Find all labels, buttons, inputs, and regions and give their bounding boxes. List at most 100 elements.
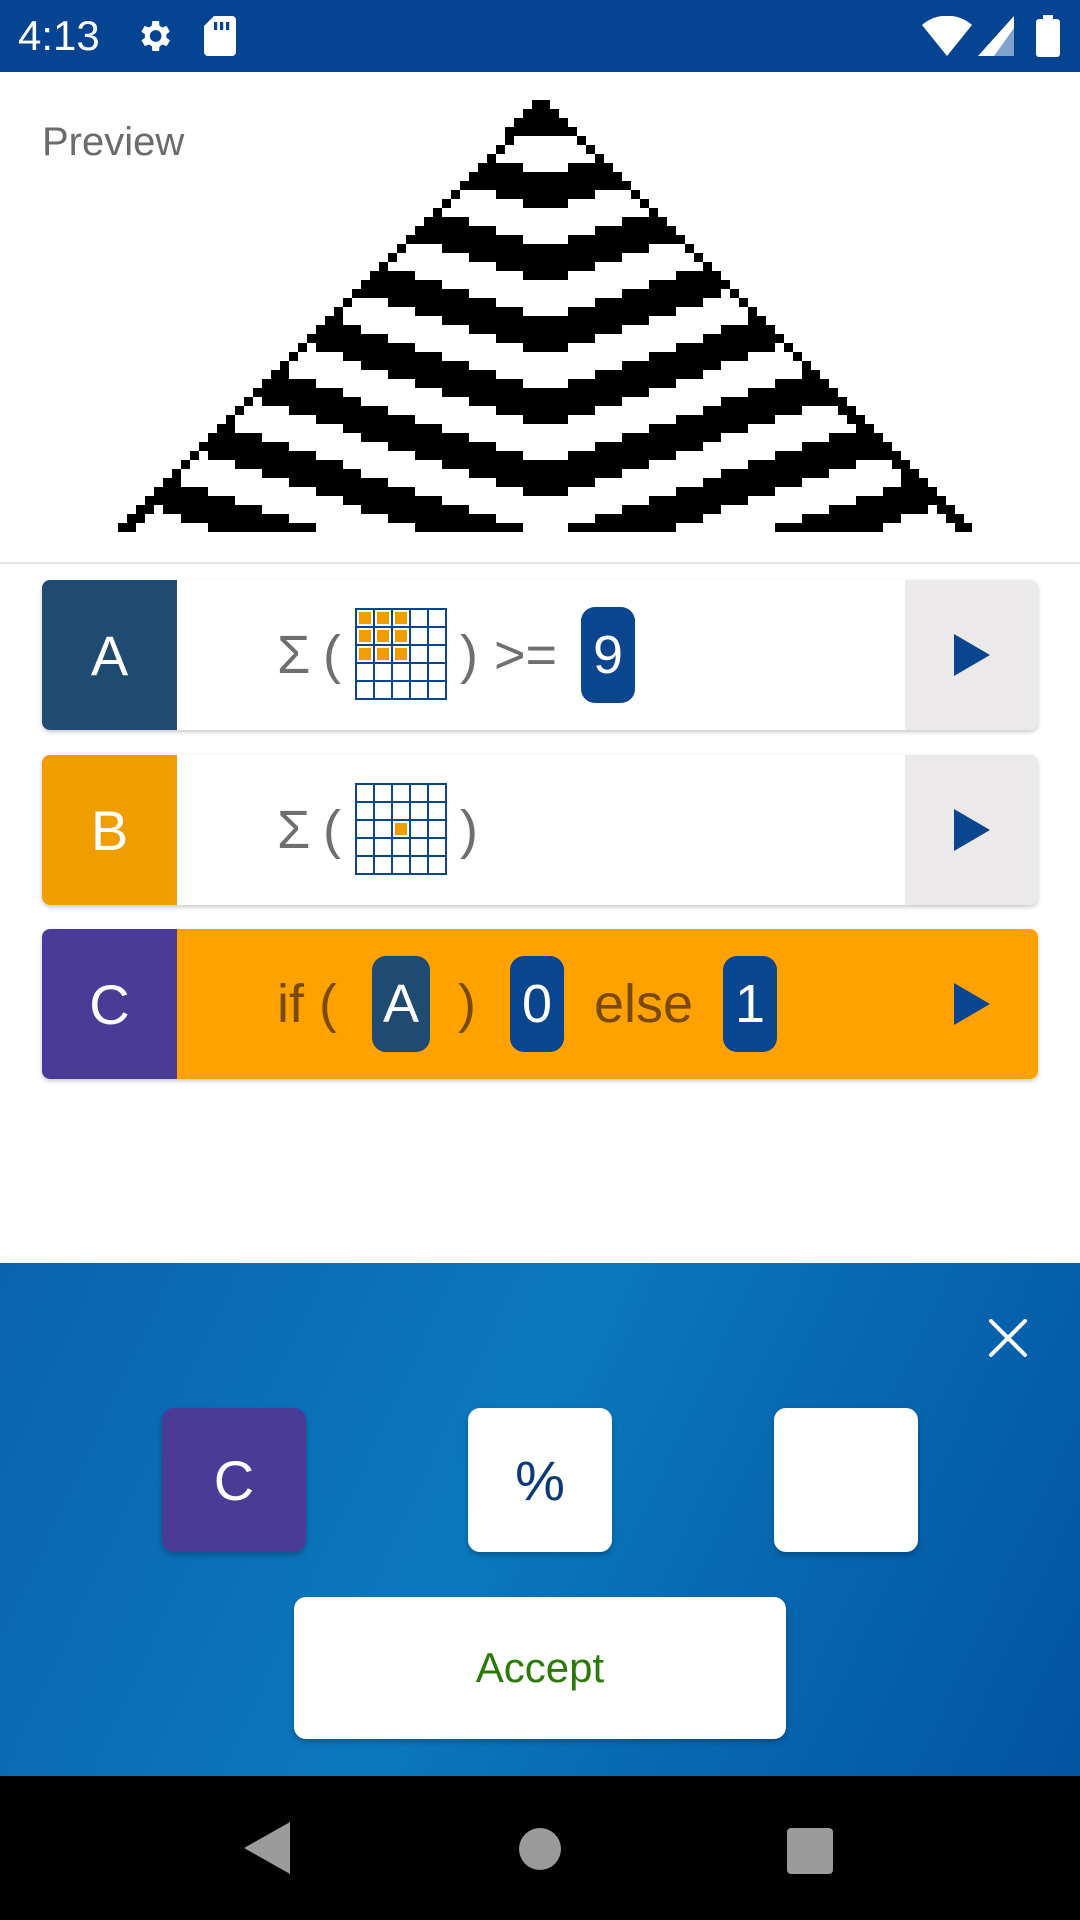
grid-cell[interactable] — [391, 855, 411, 875]
rule-c-row[interactable]: C if ( A ) 0 else 1 — [42, 929, 1038, 1079]
battery-icon — [1036, 0, 1060, 72]
grid-cell[interactable] — [427, 662, 447, 682]
grid-cell[interactable] — [427, 680, 447, 700]
grid-cell-selected — [377, 612, 389, 624]
grid-cell[interactable] — [409, 626, 429, 646]
if-keyword: if ( — [277, 974, 337, 1034]
grid-cell[interactable] — [409, 783, 429, 803]
grid-cell[interactable] — [409, 608, 429, 628]
recents-icon[interactable] — [787, 1828, 833, 1874]
rule-b-letter: B — [42, 755, 177, 905]
grid-cell[interactable] — [391, 837, 411, 857]
grid-cell[interactable] — [373, 819, 393, 839]
close-paren: ) — [460, 625, 478, 685]
key-percent[interactable]: % — [468, 1408, 612, 1552]
grid-cell[interactable] — [409, 855, 429, 875]
grid-cell[interactable] — [427, 626, 447, 646]
grid-cell[interactable] — [427, 783, 447, 803]
grid-cell-selected — [395, 612, 407, 624]
grid-cell[interactable] — [391, 662, 411, 682]
open-paren: ( — [323, 800, 341, 860]
rule-a-expression[interactable]: Σ ( ) >= 9 — [177, 580, 905, 730]
rule-a-row[interactable]: A Σ ( ) >= 9 — [42, 580, 1038, 730]
signal-icon — [978, 0, 1014, 72]
grid-cell[interactable] — [355, 837, 375, 857]
accept-button[interactable]: Accept — [294, 1597, 786, 1739]
grid-cell[interactable] — [373, 680, 393, 700]
rule-a-run-button[interactable] — [905, 580, 1038, 730]
key-c[interactable]: C — [162, 1408, 306, 1552]
grid-cell[interactable] — [409, 644, 429, 664]
grid-cell[interactable] — [409, 801, 429, 821]
grid-cell-selected — [395, 648, 407, 660]
grid-cell[interactable] — [373, 783, 393, 803]
grid-cell[interactable] — [427, 837, 447, 857]
rule-b-neighborhood-grid[interactable] — [355, 783, 447, 875]
grid-cell[interactable] — [409, 819, 429, 839]
grid-cell-selected — [377, 648, 389, 660]
threshold-chip[interactable]: 9 — [581, 607, 635, 703]
screen: 4:13 Preview A Σ ( ) >= 9 B Σ () C if (… — [0, 0, 1080, 1920]
grid-cell[interactable] — [355, 855, 375, 875]
close-paren: ) — [458, 974, 476, 1034]
rule-a-neighborhood-grid[interactable] — [355, 608, 447, 700]
grid-cell[interactable] — [427, 855, 447, 875]
grid-cell[interactable] — [373, 837, 393, 857]
play-icon — [953, 983, 990, 1025]
grid-cell[interactable] — [409, 662, 429, 682]
grid-cell-selected — [359, 648, 371, 660]
grid-cell[interactable] — [427, 608, 447, 628]
sigma-symbol: Σ — [277, 800, 311, 860]
navigation-bar — [0, 1776, 1080, 1920]
sd-card-icon — [204, 0, 236, 72]
grid-cell[interactable] — [373, 855, 393, 875]
rule-b-expression[interactable]: Σ ( ) — [177, 755, 905, 905]
grid-cell[interactable] — [409, 837, 429, 857]
status-bar: 4:13 — [0, 0, 1080, 72]
else-keyword: else — [594, 974, 694, 1034]
close-icon[interactable] — [983, 1313, 1033, 1363]
key-blank[interactable] — [774, 1408, 918, 1552]
grid-cell-selected — [359, 630, 371, 642]
grid-cell[interactable] — [427, 819, 447, 839]
play-icon — [953, 634, 990, 676]
rule-b-run-button[interactable] — [905, 755, 1038, 905]
rule-c-run-button[interactable] — [905, 929, 1038, 1079]
grid-cell[interactable] — [391, 783, 411, 803]
grid-cell[interactable] — [355, 819, 375, 839]
grid-cell[interactable] — [355, 801, 375, 821]
gear-icon — [134, 0, 174, 72]
close-paren: ) — [460, 800, 478, 860]
rule-c-expression[interactable]: if ( A ) 0 else 1 — [177, 929, 905, 1079]
grid-cell-selected — [395, 823, 407, 835]
rule-a-letter: A — [42, 580, 177, 730]
back-icon[interactable] — [244, 1822, 290, 1874]
rule-b-row[interactable]: B Σ ( ) — [42, 755, 1038, 905]
grid-cell[interactable] — [391, 680, 411, 700]
rule-c-letter: C — [42, 929, 177, 1079]
status-time: 4:13 — [18, 12, 100, 59]
then-value-chip[interactable]: 0 — [510, 956, 564, 1052]
open-paren: ( — [323, 625, 341, 685]
grid-cell[interactable] — [427, 801, 447, 821]
home-icon[interactable] — [519, 1828, 561, 1870]
else-value-chip[interactable]: 1 — [723, 956, 777, 1052]
grid-cell-selected — [359, 612, 371, 624]
grid-cell-selected — [395, 630, 407, 642]
grid-cell[interactable] — [355, 680, 375, 700]
grid-cell[interactable] — [391, 801, 411, 821]
grid-cell[interactable] — [409, 680, 429, 700]
condition-chip[interactable]: A — [372, 956, 430, 1052]
grid-cell[interactable] — [427, 644, 447, 664]
grid-cell[interactable] — [355, 783, 375, 803]
grid-cell[interactable] — [373, 801, 393, 821]
play-icon — [953, 809, 990, 851]
preview-pattern — [118, 100, 972, 532]
wifi-icon — [922, 0, 972, 72]
sigma-symbol: Σ — [277, 625, 311, 685]
grid-cell[interactable] — [355, 662, 375, 682]
grid-cell[interactable] — [373, 662, 393, 682]
preview-divider — [0, 562, 1080, 564]
grid-cell-selected — [377, 630, 389, 642]
comparison-operator[interactable]: >= — [494, 620, 557, 690]
